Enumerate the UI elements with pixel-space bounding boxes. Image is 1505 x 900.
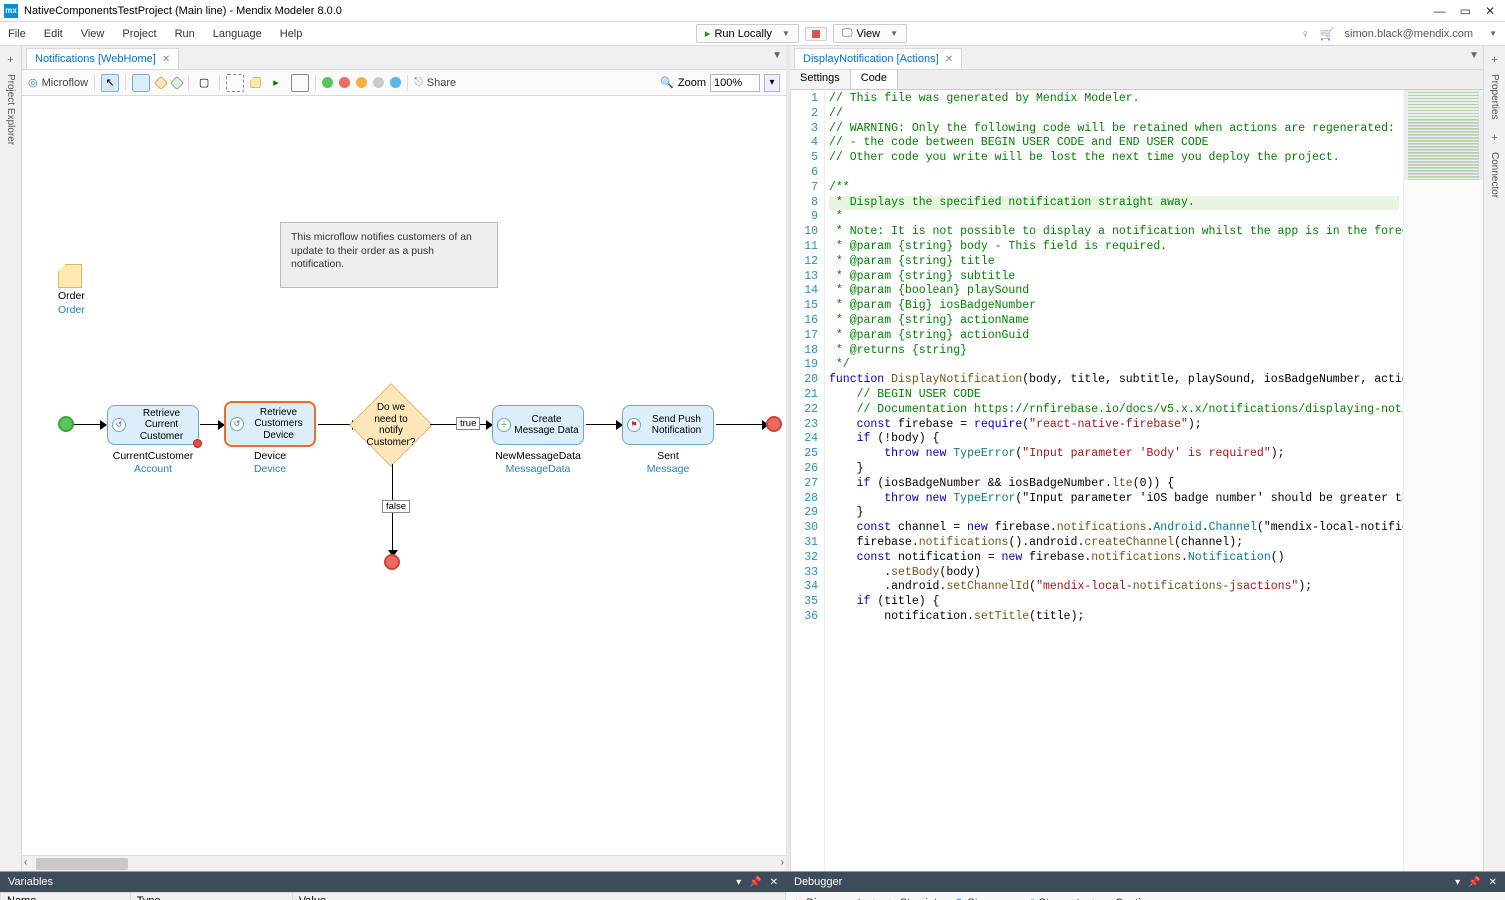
- tool-continue[interactable]: ▸: [267, 74, 285, 92]
- share-button[interactable]: ⎋Share: [414, 76, 456, 89]
- menu-language[interactable]: Language: [213, 28, 262, 40]
- tab-code[interactable]: Code: [851, 70, 898, 89]
- end-event-false[interactable]: [384, 554, 400, 570]
- plus-icon[interactable]: +: [1491, 54, 1497, 66]
- code-lines[interactable]: // This file was generated by Mendix Mod…: [825, 90, 1403, 871]
- code-editor[interactable]: 1234567891011121314151617181920212223242…: [790, 90, 1483, 871]
- side-properties[interactable]: + Properties + Connector: [1483, 46, 1505, 871]
- panel-menu-icon[interactable]: ▾: [736, 877, 741, 888]
- maximize-icon[interactable]: ▭: [1460, 4, 1471, 18]
- debugger-title: Debugger: [794, 876, 842, 888]
- menubar: File Edit View Project Run Language Help…: [0, 22, 1505, 46]
- titlebar: mx NativeComponentsTestProject (Main lin…: [0, 0, 1505, 22]
- start-event[interactable]: [58, 416, 74, 432]
- run-locally-button[interactable]: ▸ Run Locally ▼: [696, 24, 799, 43]
- microflow-toolbar: ◎Microflow ↖ ▢ ▸ ⎋Share 🔍 Zoom: [22, 70, 786, 96]
- continue-button[interactable]: ▸Continue: [1107, 896, 1160, 900]
- line-gutter: 1234567891011121314151617181920212223242…: [791, 90, 825, 871]
- close-icon[interactable]: ✕: [945, 54, 953, 65]
- color-grey-icon[interactable]: [373, 77, 384, 88]
- tool-merge[interactable]: [170, 75, 184, 89]
- branch-false: false: [382, 500, 410, 513]
- microflow-canvas[interactable]: This microflow notifies customers of an …: [22, 96, 786, 855]
- debugger-toolbar: ⨯Disconnect | ↘Step into ↷Step over ↗Ste…: [786, 892, 1505, 900]
- store-icon[interactable]: 🛒: [1320, 27, 1335, 41]
- window-title: NativeComponentsTestProject (Main line) …: [24, 5, 1434, 17]
- minimap[interactable]: [1403, 90, 1483, 871]
- right-doc-tabs: DisplayNotification [Actions]✕ ▼: [790, 46, 1483, 70]
- tool-break[interactable]: [291, 74, 309, 92]
- end-event[interactable]: [766, 416, 782, 432]
- variables-title: Variables: [8, 876, 53, 888]
- annotation[interactable]: This microflow notifies customers of an …: [280, 222, 498, 288]
- stop-button[interactable]: [805, 27, 827, 41]
- step-out-button[interactable]: ↗Step out: [1026, 896, 1079, 900]
- panel-close-icon[interactable]: ✕: [1489, 877, 1497, 888]
- tab-display-notification[interactable]: DisplayNotification [Actions]✕: [794, 48, 962, 69]
- panel-pin-icon[interactable]: 📌: [749, 877, 761, 888]
- left-doc-tabs: Notifications [WebHome]✕ ▼: [22, 46, 786, 70]
- panel-menu-icon[interactable]: ▾: [1455, 877, 1460, 888]
- step-into-button[interactable]: ↘Step into: [888, 896, 944, 900]
- microflow-label: ◎Microflow: [28, 76, 88, 89]
- zoom-icon: 🔍: [660, 76, 674, 89]
- code-subtabs: Settings Code: [790, 70, 1483, 90]
- minimize-icon[interactable]: —: [1434, 4, 1446, 18]
- tool-annotation[interactable]: ▢: [195, 74, 213, 92]
- color-blue-icon[interactable]: [390, 77, 401, 88]
- decision-notify[interactable]: Do we need to notify Customer?: [350, 384, 432, 466]
- activity-retrieve-customers-device[interactable]: ↺Retrieve Customers Device: [224, 401, 316, 447]
- tool-decision[interactable]: [154, 75, 168, 89]
- app-logo: mx: [4, 4, 18, 18]
- menu-project[interactable]: Project: [122, 28, 156, 40]
- menu-file[interactable]: File: [8, 28, 26, 40]
- close-icon[interactable]: ✕: [162, 54, 170, 65]
- plus-icon[interactable]: +: [1491, 132, 1497, 144]
- branch-true: true: [456, 417, 480, 430]
- step-over-button[interactable]: ↷Step over: [955, 896, 1014, 900]
- activity-create-message-data[interactable]: ＋Create Message Data: [492, 405, 584, 445]
- breakpoint-icon: [193, 439, 202, 448]
- feedback-icon[interactable]: ♀: [1301, 27, 1310, 41]
- canvas-h-scrollbar[interactable]: ‹›: [22, 855, 786, 871]
- plus-icon[interactable]: +: [7, 54, 13, 66]
- disconnect-button[interactable]: ⨯Disconnect: [794, 896, 861, 900]
- variables-panel: Variables ▾ 📌 ✕ Name Type Value CurrentCus…: [0, 871, 786, 900]
- color-green-icon[interactable]: [322, 77, 333, 88]
- activity-send-push-notification[interactable]: ⚑Send Push Notification: [622, 405, 714, 445]
- zoom-dropdown[interactable]: ▾: [764, 74, 780, 92]
- tab-settings[interactable]: Settings: [790, 70, 851, 89]
- close-icon[interactable]: ✕: [1485, 4, 1495, 18]
- menu-view[interactable]: View: [81, 28, 105, 40]
- menu-run[interactable]: Run: [175, 28, 195, 40]
- tool-pointer[interactable]: ↖: [101, 74, 119, 92]
- menu-edit[interactable]: Edit: [44, 28, 63, 40]
- tab-notifications[interactable]: Notifications [WebHome]✕: [26, 48, 179, 69]
- panel-pin-icon[interactable]: 📌: [1468, 877, 1480, 888]
- zoom-label: Zoom: [678, 77, 706, 89]
- menu-help[interactable]: Help: [280, 28, 303, 40]
- debugger-panel: Debugger ▾ 📌 ✕ ⨯Disconnect | ↘Step into ↷S…: [786, 871, 1505, 900]
- tool-activity[interactable]: [132, 74, 150, 92]
- parameter-order[interactable]: Order Order: [58, 264, 85, 316]
- window-controls: — ▭ ✕: [1434, 4, 1501, 18]
- account-label[interactable]: simon.black@mendix.com: [1345, 28, 1474, 40]
- tool-loop[interactable]: [226, 74, 244, 92]
- tabs-dropdown-icon[interactable]: ▼: [1469, 50, 1479, 61]
- color-orange-icon[interactable]: [356, 77, 367, 88]
- variables-table[interactable]: Name Type Value CurrentCustomerEmpty(emp…: [0, 892, 786, 900]
- zoom-input[interactable]: [710, 74, 760, 92]
- tabs-dropdown-icon[interactable]: ▼: [772, 50, 782, 61]
- tool-param[interactable]: [250, 77, 261, 88]
- activity-retrieve-current-customer[interactable]: ↺Retrieve Current Customer: [107, 405, 199, 445]
- color-red-icon[interactable]: [339, 77, 350, 88]
- panel-close-icon[interactable]: ✕: [770, 877, 778, 888]
- side-project-explorer[interactable]: + Project Explorer: [0, 46, 22, 871]
- view-button[interactable]: 🖵 View ▼: [833, 24, 907, 43]
